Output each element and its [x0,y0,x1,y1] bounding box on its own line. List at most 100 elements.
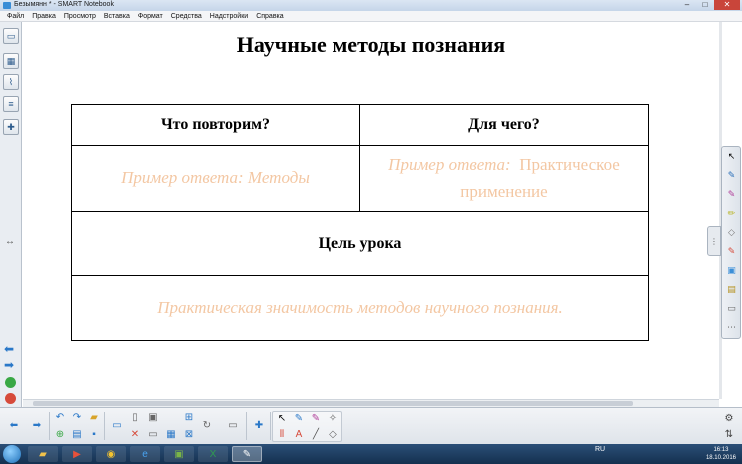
screen-shade-button[interactable]: ▭ [146,428,160,442]
document-camera-button[interactable]: ▭ [226,419,240,433]
pen-tool-button[interactable]: ✎ [292,412,306,426]
system-clock[interactable]: 16:13 18.10.2016 [706,446,736,462]
insert-picture-button[interactable]: ▣ [146,411,160,425]
page-sorter-tab[interactable]: ▭ [3,28,19,44]
calculator-icon[interactable]: ▤ [725,283,738,296]
attachments-tab[interactable]: ⌇ [3,74,19,90]
menu-view[interactable]: Просмотр [60,11,100,21]
puzzle-icon: ✚ [7,121,15,132]
window-title: Безымянн * - SMART Notebook [14,1,114,8]
creative-pen-tool-button[interactable]: ✎ [309,412,323,426]
answer-prefix: Пример ответа: [388,155,511,175]
previous-page-button[interactable]: ⬅ [7,419,21,433]
answer-methods: Пример ответа: Методы [121,168,310,188]
eraser-icon[interactable]: ◇ [725,226,738,239]
close-button[interactable]: ✕ [714,0,740,10]
lesson-table: Что повторим? Для чего? Пример ответа: М… [71,104,649,341]
next-page-button[interactable]: ➡ [30,419,44,433]
answer-application: Пример ответа: Практическое применение [360,146,648,211]
page-title: Научные методы познания [236,32,506,57]
maximize-button[interactable]: □ [696,0,714,10]
select-tool-button[interactable]: ↖ [275,412,289,426]
menu-file[interactable]: Файл [3,11,28,21]
cut-button[interactable]: ▯ [128,411,142,425]
goal-header: Цель урока [318,234,402,252]
smart-notebook-taskbar-button[interactable]: ✎ [232,446,262,462]
clock-date: 18.10.2016 [705,455,736,461]
explorer-taskbar-button[interactable]: ▰ [28,446,58,462]
line-tool-button[interactable]: ╱ [309,428,323,442]
menu-bar: Файл Правка Просмотр Вставка Формат Сред… [0,11,742,22]
page-icon: ▭ [6,30,16,41]
floating-toolbar: ↖ ✎ ✎ ✏ ◇ ✎ ▣ ▤ ▭ ⋯ [721,146,741,339]
resize-handle-icon[interactable]: ↔ [5,236,15,247]
language-indicator[interactable]: RU [595,446,605,453]
creative-pen-icon[interactable]: ✎ [725,188,738,201]
properties-icon: ≡ [8,99,14,109]
toolbar-separator [104,412,105,440]
horizontal-scrollbar[interactable] [23,399,719,407]
excel-taskbar-button[interactable]: X [198,446,228,462]
toolbar-separator [246,412,247,440]
previous-page-icon[interactable]: ⬅ [4,342,14,356]
display-screen-button[interactable]: ▭ [110,419,124,433]
addons-button[interactable]: ✚ [252,419,266,433]
capture-button[interactable]: ⊠ [182,428,196,442]
windows-taskbar: ▰ ▶ ◉ e ▣ X ✎ RU 16:13 18.10.2016 [0,444,742,464]
red-pen-icon[interactable]: ✎ [725,245,738,258]
eraser-tool-button[interactable]: ◇ [326,428,340,442]
internet-explorer-taskbar-button[interactable]: e [130,446,160,462]
toolbar-toggle-icon[interactable]: ⇅ [722,428,736,442]
window-controls: – □ ✕ [678,0,740,10]
refresh-button[interactable]: ↻ [200,419,214,433]
scroll-thumb[interactable] [33,401,633,406]
save-button[interactable]: ▪ [87,428,101,442]
goal-answer: Практическая значимость методов научного… [157,297,563,317]
title-bar: Безымянн * - SMART Notebook – □ ✕ [0,0,742,11]
keyboard-icon[interactable]: ▭ [725,302,738,315]
paste-button[interactable]: ▤ [70,428,84,442]
clock-time: 16:13 [713,447,729,453]
menu-tools[interactable]: Средства [167,11,206,21]
settings-icon[interactable]: ⚙ [722,412,736,426]
floating-toolbar-handle[interactable]: ⋮ [707,226,721,256]
open-file-button[interactable]: ▰ [87,411,101,425]
gallery-tab[interactable]: ▦ [3,53,19,69]
add-page-icon[interactable] [5,377,16,388]
select-icon[interactable]: ↖ [725,150,738,163]
other-app-taskbar-button[interactable]: ▣ [164,446,194,462]
undo-button[interactable]: ↶ [53,411,67,425]
minimize-button[interactable]: – [678,0,696,10]
menu-format[interactable]: Формат [134,11,167,21]
delete-page-icon[interactable] [5,393,16,404]
start-button[interactable] [3,445,21,463]
gallery-icon: ▦ [6,55,16,66]
more-tools-icon[interactable]: ⋯ [725,321,738,334]
pen-icon[interactable]: ✎ [725,169,738,182]
header-what-for: Для чего? [468,116,540,133]
menu-edit[interactable]: Правка [28,11,60,21]
add-page-button[interactable]: ⊕ [53,428,67,442]
toolbar-separator [270,412,271,440]
shapes-tool-button[interactable]: ⫴ [275,428,289,442]
smart-notebook-icon [3,2,11,9]
magic-pen-tool-button[interactable]: ✧ [326,412,340,426]
text-tool-button[interactable]: A [292,428,306,442]
next-page-icon[interactable]: ➡ [4,358,14,372]
media-player-taskbar-button[interactable]: ▶ [62,446,92,462]
menu-insert[interactable]: Вставка [100,11,134,21]
full-screen-button[interactable]: ▦ [164,428,178,442]
main-toolbar: ⬅ ➡ ↶ ↷ ▰ ⊕ ▤ ▪ ▭ ▯ ▣ ✕ ▭ ▦ ⊞ ⊠ ↻ ▭ ✚ ↖ … [0,407,742,444]
addons-tab[interactable]: ✚ [3,119,19,135]
highlighter-icon[interactable]: ✏ [725,207,738,220]
menu-addons[interactable]: Надстройки [206,11,252,21]
delete-button[interactable]: ✕ [128,428,142,442]
properties-tab[interactable]: ≡ [3,96,19,112]
chrome-taskbar-button[interactable]: ◉ [96,446,126,462]
notebook-page: Научные методы познания Что повторим? Дл… [23,22,719,399]
screen-shade-icon[interactable]: ▣ [725,264,738,277]
table-button[interactable]: ⊞ [182,411,196,425]
paperclip-icon: ⌇ [8,76,14,87]
redo-button[interactable]: ↷ [70,411,84,425]
menu-help[interactable]: Справка [252,11,287,21]
